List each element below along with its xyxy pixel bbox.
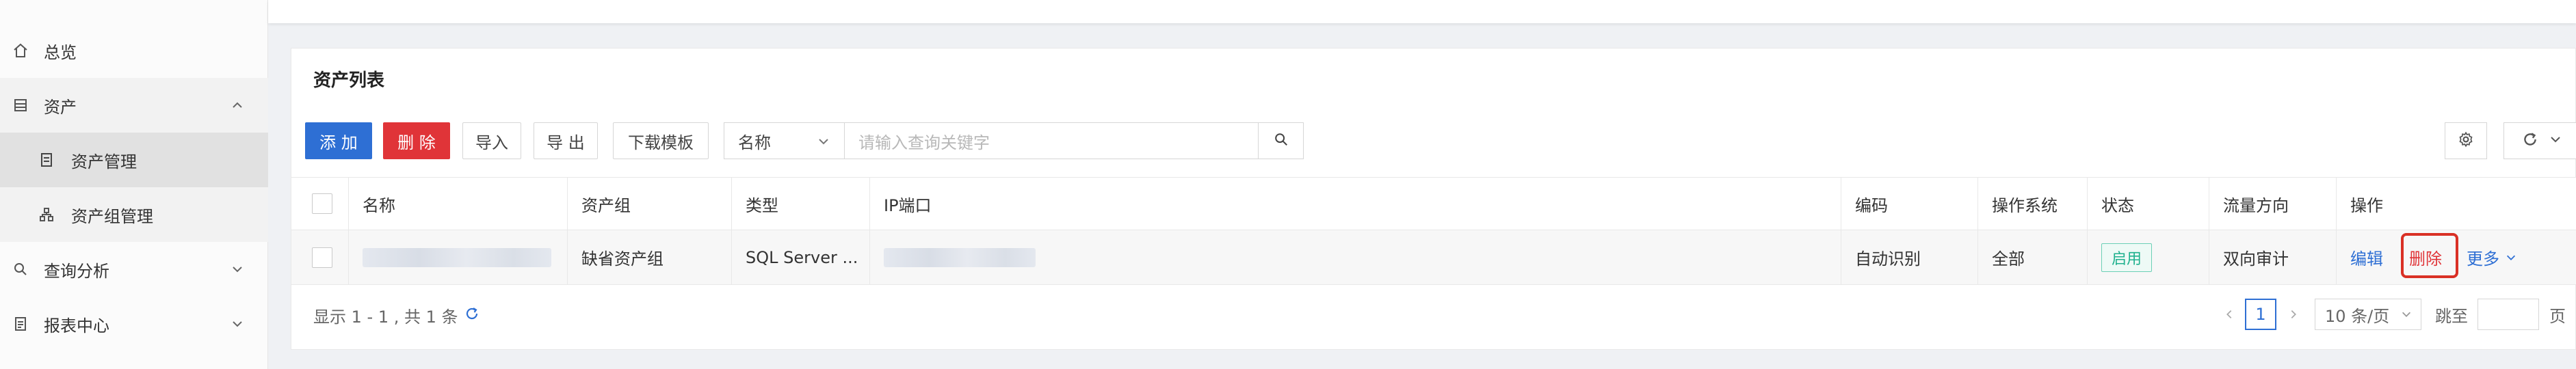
column-header[interactable]: 操作系统 xyxy=(1978,178,2088,230)
column-header[interactable]: IP端口 xyxy=(870,178,1841,230)
export-button[interactable]: 导 出 xyxy=(534,122,598,159)
page-size-value: 10 条/页 xyxy=(2325,306,2390,326)
sidebar-item-label: 资产管理 xyxy=(71,152,137,172)
prev-page-icon[interactable] xyxy=(2219,299,2239,330)
encoding-cell: 自动识别 xyxy=(1841,230,1978,284)
search-field-select[interactable]: 名称 xyxy=(724,122,844,159)
download-template-button[interactable]: 下载模板 xyxy=(613,122,709,159)
asset-type-cell: SQL Server ... xyxy=(732,230,870,284)
refresh-icon[interactable] xyxy=(464,305,480,326)
sidebar-item-asset-management[interactable]: 资产管理 xyxy=(0,133,268,187)
pagination-summary: 显示 1 - 1 , 共 1 条 xyxy=(313,303,480,327)
select-all-cell xyxy=(291,178,349,230)
table-header: 名称 资产组 类型 IP端口 编码 操作系统 状态 流量方向 操作 xyxy=(291,177,2576,230)
status-badge: 启用 xyxy=(2101,243,2153,272)
sidebar-item-label: 总览 xyxy=(44,42,77,62)
table-row[interactable]: 缺省资产组 SQL Server ... 自动识别 全部 启用 双向审计 编辑 … xyxy=(291,230,2576,285)
sidebar-item-label: 资产 xyxy=(44,97,77,117)
ip-port-cell xyxy=(870,230,1841,284)
chevron-down-icon xyxy=(230,316,245,331)
row-checkbox[interactable] xyxy=(312,247,332,268)
page-suffix-label: 页 xyxy=(2549,306,2566,326)
column-header: 操作 xyxy=(2350,195,2383,215)
page-title: 资产列表 xyxy=(313,70,385,91)
chevron-down-icon xyxy=(817,133,830,152)
asset-group-cell: 缺省资产组 xyxy=(568,230,732,284)
sidebar-item-query-analysis[interactable]: 查询分析 xyxy=(0,242,268,297)
sidebar-item-asset-group-management[interactable]: 资产组管理 xyxy=(0,187,268,242)
group-icon xyxy=(37,205,56,224)
chevron-up-icon xyxy=(230,98,245,113)
top-header-bar xyxy=(268,0,2576,23)
redacted-name xyxy=(363,247,551,267)
add-button[interactable]: 添 加 xyxy=(305,122,372,159)
highlight-box xyxy=(2401,233,2458,278)
column-header[interactable]: 名称 xyxy=(349,178,568,230)
list-icon xyxy=(37,150,56,169)
summary-text: 显示 1 - 1 , 共 1 条 xyxy=(313,308,458,327)
column-header[interactable]: 编码 xyxy=(1841,178,1978,230)
delete-button[interactable]: 删 除 xyxy=(383,122,450,159)
sidebar-item-overview[interactable]: 总览 xyxy=(0,23,268,78)
page-number-button[interactable]: 1 xyxy=(2245,299,2276,330)
asset-name-cell xyxy=(349,230,568,284)
settings-button[interactable] xyxy=(2445,122,2487,159)
sidebar-item-label: 查询分析 xyxy=(44,261,109,281)
sidebar-item-report-center[interactable]: 报表中心 xyxy=(0,297,268,351)
direction-cell: 双向审计 xyxy=(2209,230,2337,284)
refresh-icon xyxy=(2521,131,2539,151)
sidebar-item-assets[interactable]: 资产 xyxy=(0,78,268,133)
search-analysis-icon xyxy=(11,260,30,279)
asset-list-card: 资产列表 添 加 删 除 导入 导 出 下载模板 名称 请输入查询关键字 名称 xyxy=(291,48,2576,350)
next-page-icon[interactable] xyxy=(2283,299,2304,330)
os-cell: 全部 xyxy=(1978,230,2088,284)
chevron-down-icon xyxy=(2505,251,2517,264)
page-jump-input[interactable] xyxy=(2478,299,2539,330)
sidebar: 总览 资产 资产管理 资产组管理 查询分析 报表中心 xyxy=(0,0,268,369)
search-field-value: 名称 xyxy=(738,133,771,152)
column-header[interactable]: 资产组 xyxy=(568,178,732,230)
sidebar-item-label: 报表中心 xyxy=(44,316,109,336)
chevron-down-icon xyxy=(2400,308,2413,320)
sidebar-item-label: 资产组管理 xyxy=(71,206,153,226)
column-header[interactable]: 类型 xyxy=(732,178,870,230)
home-icon xyxy=(11,41,30,60)
report-icon xyxy=(11,314,30,333)
refresh-dropdown-button[interactable] xyxy=(2503,122,2576,159)
more-link[interactable]: 更多 xyxy=(2467,245,2499,269)
select-all-checkbox[interactable] xyxy=(312,193,332,214)
chevron-down-icon xyxy=(2549,133,2562,149)
page-size-select[interactable]: 10 条/页 xyxy=(2315,299,2421,330)
status-cell: 启用 xyxy=(2088,230,2209,284)
gear-icon xyxy=(2457,131,2475,151)
column-header[interactable]: 状态 xyxy=(2088,178,2209,230)
search-button[interactable] xyxy=(1259,122,1304,159)
row-select-cell xyxy=(291,230,349,284)
chevron-down-icon xyxy=(230,262,245,277)
search-input[interactable]: 请输入查询关键字 xyxy=(844,122,1259,159)
column-header[interactable]: 流量方向 xyxy=(2209,178,2337,230)
jump-label: 跳至 xyxy=(2435,306,2468,326)
import-button[interactable]: 导入 xyxy=(462,122,521,159)
asset-icon xyxy=(11,96,30,115)
edit-link[interactable]: 编辑 xyxy=(2350,245,2383,269)
search-icon xyxy=(1274,132,1289,150)
redacted-ip xyxy=(884,247,1036,267)
